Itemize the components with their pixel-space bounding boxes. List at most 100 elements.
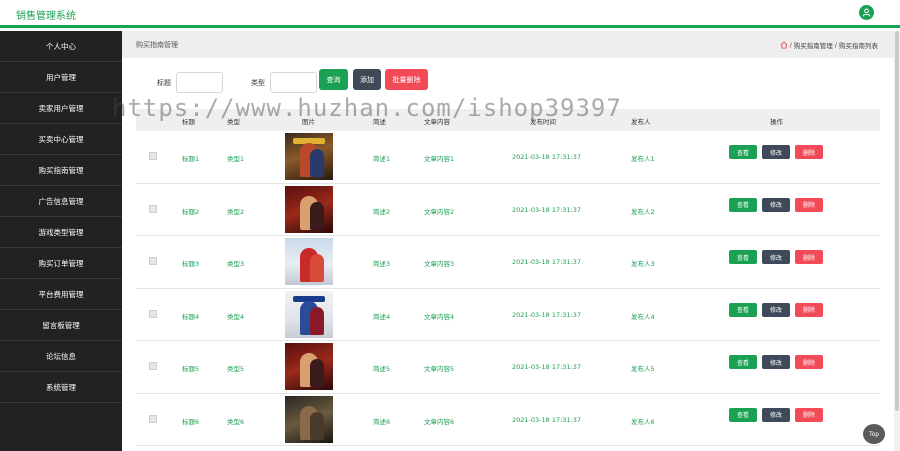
page-scrollbar[interactable] <box>894 31 900 451</box>
delete-button[interactable]: 删除 <box>795 145 823 159</box>
cell-summary: 简述2 <box>373 207 391 216</box>
view-button[interactable]: 查看 <box>729 302 757 317</box>
sidebar-item-system[interactable]: 系统管理 <box>0 372 122 403</box>
game-cover-image <box>285 238 333 285</box>
cell-type: 类型4 <box>227 312 245 321</box>
sidebar-item-sellers[interactable]: 卖家用户管理 <box>0 93 122 124</box>
cell-summary: 简述1 <box>373 155 391 163</box>
table-row: 标题5 类型5 简述5 文章内容5 2021-03-18 17:31:37 发布… <box>136 341 880 394</box>
breadcrumb: 购买指南管理 / 购买指南管理 / 购买指南列表 <box>122 31 900 58</box>
view-button[interactable]: 查看 <box>729 145 757 159</box>
delete-button[interactable]: 删除 <box>795 250 823 264</box>
header-actions: 操作 <box>770 118 783 126</box>
sidebar-item-message-board[interactable]: 留言板管理 <box>0 310 122 341</box>
cell-summary: 简述5 <box>373 365 391 373</box>
delete-button[interactable]: 删除 <box>795 407 823 422</box>
sidebar-item-buying-guide[interactable]: 购买指南管理 <box>0 155 122 186</box>
sidebar-item-orders[interactable]: 购买订单管理 <box>0 248 122 279</box>
cell-author: 发布人4 <box>631 312 655 321</box>
sidebar-item-forum[interactable]: 论坛信息 <box>0 341 122 372</box>
row-checkbox[interactable] <box>149 257 157 265</box>
breadcrumb-level2: 购买指南列表 <box>839 42 878 50</box>
cell-summary: 简述6 <box>373 417 391 426</box>
cell-title: 标题2 <box>182 207 200 216</box>
edit-button[interactable]: 修改 <box>762 355 790 369</box>
sidebar-item-game-types[interactable]: 游戏类型管理 <box>0 217 122 248</box>
search-bar: 标题 类型 查询 添加 批量删除 <box>122 69 900 95</box>
back-to-top-button[interactable]: Top <box>863 424 885 444</box>
scrollbar-thumb[interactable] <box>895 31 899 411</box>
cell-title: 标题6 <box>182 417 200 426</box>
type-label: 类型 <box>251 79 265 87</box>
cell-author: 发布人2 <box>631 207 655 216</box>
add-button[interactable]: 添加 <box>353 69 381 90</box>
row-checkbox[interactable] <box>149 362 157 370</box>
cell-time: 2021-03-18 17:31:37 <box>512 153 582 161</box>
edit-button[interactable]: 修改 <box>762 407 790 422</box>
cell-content: 文章内容2 <box>424 207 455 216</box>
sidebar: 个人中心 用户管理 卖家用户管理 买卖中心管理 购买指南管理 广告信息管理 游戏… <box>0 31 122 451</box>
edit-button[interactable]: 修改 <box>762 302 790 317</box>
delete-button[interactable]: 删除 <box>795 302 823 317</box>
cell-time: 2021-03-18 17:31:37 <box>512 310 582 319</box>
page-title: 购买指南管理 <box>136 41 178 49</box>
cell-content: 文章内容5 <box>424 365 455 373</box>
cell-time: 2021-03-18 17:31:37 <box>512 258 582 266</box>
row-checkbox[interactable] <box>149 414 157 423</box>
cell-title: 标题1 <box>182 155 200 163</box>
guide-table: 标题 类型 图片 简述 文章内容 发布时间 发布人 操作 标题1 类型1 简述1… <box>136 109 880 446</box>
title-label: 标题 <box>157 79 171 87</box>
cell-author: 发布人3 <box>631 260 655 268</box>
top-bar: 销售管理系统 <box>0 0 900 28</box>
cell-type: 类型5 <box>227 365 245 373</box>
game-cover-image <box>285 343 333 390</box>
query-button[interactable]: 查询 <box>319 69 348 90</box>
edit-button[interactable]: 修改 <box>762 250 790 264</box>
cell-content: 文章内容4 <box>424 312 455 321</box>
table-row: 标题3 类型3 简述3 文章内容3 2021-03-18 17:31:37 发布… <box>136 236 880 289</box>
breadcrumb-path: / 购买指南管理 / 购买指南列表 <box>780 40 878 50</box>
cell-author: 发布人5 <box>631 365 655 373</box>
table-row: 标题2 类型2 简述2 文章内容2 2021-03-18 17:31:37 发布… <box>136 183 880 236</box>
title-input[interactable] <box>176 72 223 93</box>
cell-author: 发布人6 <box>631 417 655 426</box>
cell-author: 发布人1 <box>631 155 655 163</box>
cell-time: 2021-03-18 17:31:37 <box>512 415 582 424</box>
cell-time: 2021-03-18 17:31:37 <box>512 363 582 371</box>
breadcrumb-sep: / <box>789 41 792 49</box>
cell-title: 标题5 <box>182 365 200 373</box>
cell-time: 2021-03-18 17:31:37 <box>512 205 582 214</box>
cell-content: 文章内容3 <box>424 260 455 268</box>
row-checkbox[interactable] <box>149 309 157 318</box>
row-checkbox[interactable] <box>149 152 157 160</box>
sidebar-item-profile[interactable]: 个人中心 <box>0 31 122 62</box>
game-cover-image <box>285 133 333 180</box>
cell-summary: 简述4 <box>373 312 391 321</box>
cell-type: 类型2 <box>227 207 245 216</box>
cell-title: 标题4 <box>182 312 200 321</box>
sidebar-item-ads[interactable]: 广告信息管理 <box>0 186 122 217</box>
breadcrumb-level1[interactable]: 购买指南管理 <box>794 40 833 50</box>
edit-button[interactable]: 修改 <box>762 145 790 159</box>
view-button[interactable]: 查看 <box>729 197 757 212</box>
delete-button[interactable]: 删除 <box>795 197 823 212</box>
cell-title: 标题3 <box>182 260 200 268</box>
row-checkbox[interactable] <box>149 204 157 213</box>
type-input[interactable] <box>270 72 317 93</box>
breadcrumb-sep: / <box>834 41 837 49</box>
view-button[interactable]: 查看 <box>729 250 757 264</box>
game-cover-image <box>285 395 333 443</box>
delete-button[interactable]: 删除 <box>795 355 823 369</box>
home-icon[interactable] <box>780 41 788 49</box>
view-button[interactable]: 查看 <box>729 407 757 422</box>
table-row: 标题6 类型6 简述6 文章内容6 2021-03-18 17:31:37 发布… <box>136 393 880 446</box>
edit-button[interactable]: 修改 <box>762 197 790 212</box>
cell-content: 文章内容6 <box>424 417 455 426</box>
game-cover-image <box>285 290 333 338</box>
batch-delete-button[interactable]: 批量删除 <box>385 69 428 90</box>
sidebar-item-trade-center[interactable]: 买卖中心管理 <box>0 124 122 155</box>
sidebar-item-users[interactable]: 用户管理 <box>0 62 122 93</box>
sidebar-item-platform-fees[interactable]: 平台费用管理 <box>0 279 122 310</box>
view-button[interactable]: 查看 <box>729 355 757 369</box>
user-icon[interactable] <box>859 5 874 20</box>
